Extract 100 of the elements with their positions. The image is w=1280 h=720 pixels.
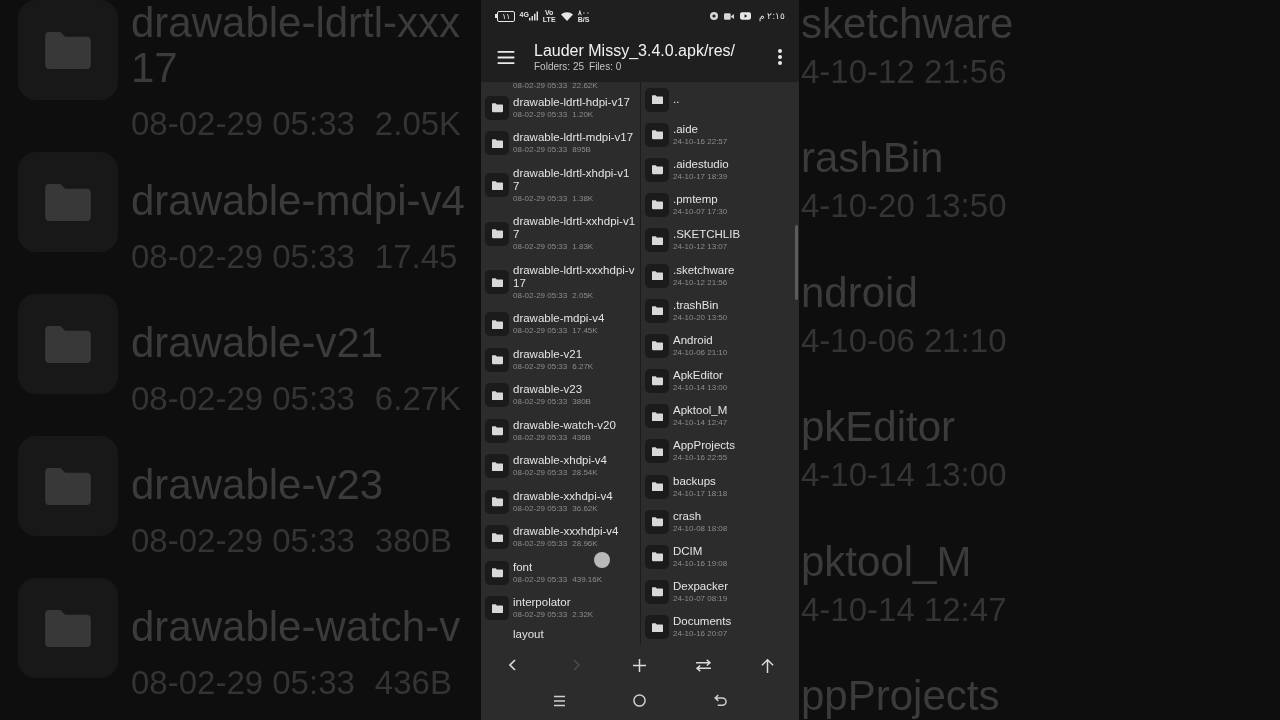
- folder-name[interactable]: drawable-xxhdpi-v4: [513, 489, 636, 503]
- modified-date: 24-10-16 20:07: [673, 628, 728, 640]
- folder-icon: [645, 509, 669, 534]
- folder-name[interactable]: .pmtemp: [673, 193, 718, 207]
- folder-name[interactable]: AppProjects: [673, 439, 735, 453]
- modified-date: 08-02-29 05:33: [513, 241, 568, 253]
- folder-name[interactable]: .SKETCHLIB: [673, 228, 741, 242]
- folder-name[interactable]: drawable-watch-v20: [513, 418, 636, 432]
- modified-date: 08-02-29 05:33: [513, 325, 568, 337]
- folder-icon: [645, 228, 669, 253]
- folder-size: 6.27K: [572, 360, 594, 372]
- folder-icon: [485, 312, 509, 337]
- swap-arrows-icon: [695, 658, 713, 672]
- folder-name[interactable]: interpolator: [513, 596, 636, 610]
- folder-name[interactable]: drawable-v21: [513, 347, 636, 361]
- app-title: Lauder Missy_3.4.0.apk/res/: [534, 41, 735, 60]
- modified-date: 24-10-06 21:10: [673, 346, 728, 358]
- three-lines-icon: [553, 694, 565, 707]
- folder-icon: [485, 525, 509, 550]
- wifi-icon: [560, 11, 573, 21]
- modified-date: 08-02-29 05:33: [513, 82, 568, 90]
- battery-indicator: ١١: [495, 10, 515, 22]
- modified-date: 08-02-29 05:33: [513, 502, 568, 514]
- folder-size: 28.54K: [572, 467, 598, 479]
- folder-icon: [485, 383, 509, 408]
- modified-date: 24-10-16 19:08: [673, 558, 728, 570]
- folder-icon: [645, 404, 669, 429]
- folder-name[interactable]: drawable-mdpi-v4: [513, 312, 636, 326]
- folder-name[interactable]: drawable-ldrtl-xxxhdpi-v17: [513, 263, 636, 290]
- return-arrow-icon: [713, 694, 727, 707]
- folder-name[interactable]: drawable-xxxhdpi-v4: [513, 525, 636, 539]
- modified-date: 24-10-08 18:08: [673, 522, 728, 534]
- folder-name[interactable]: DCIM: [673, 545, 703, 559]
- folder-icon: [485, 489, 509, 514]
- play-button-icon: [739, 12, 751, 20]
- modified-date: 24-10-07 17:30: [673, 206, 728, 218]
- folder-icon: [485, 560, 509, 585]
- modified-date: 24-10-14 13:00: [673, 382, 728, 394]
- folder-size: 1.20K: [572, 108, 594, 120]
- plus-icon: [633, 658, 647, 672]
- folder-icon: [485, 270, 509, 295]
- modified-date: 24-10-16 22:55: [673, 452, 728, 464]
- round-app-icon: [709, 12, 718, 20]
- folder-name[interactable]: Documents: [673, 615, 732, 629]
- vertical-dots-icon: [778, 49, 782, 65]
- scrollbar-thumb[interactable]: [795, 225, 798, 300]
- modified-date: 08-02-29 05:33: [513, 192, 568, 204]
- folder-icon: [645, 87, 669, 112]
- modified-date: 24-10-07 08:19: [673, 593, 728, 605]
- folder-icon: [485, 131, 509, 156]
- folder-name[interactable]: font: [513, 560, 636, 574]
- folder-size: 36.62K: [572, 502, 598, 514]
- folder-size: 17.45K: [572, 325, 598, 337]
- folder-icon: [645, 369, 669, 394]
- folder-name[interactable]: drawable-xhdpi-v4: [513, 454, 636, 468]
- folder-icon: [485, 418, 509, 443]
- modified-date: 08-02-29 05:33: [513, 609, 568, 621]
- folder-icon: [645, 474, 669, 499]
- folder-name[interactable]: drawable-v23: [513, 383, 636, 397]
- folder-size: 2.32K: [572, 609, 594, 621]
- folder-icon: [18, 578, 118, 678]
- file-count: Files: 0: [589, 60, 622, 73]
- modified-date: 08-02-29 05:33: [513, 289, 568, 301]
- folder-icon: [645, 545, 669, 570]
- folder-size: 436B: [572, 431, 591, 443]
- menu-icon: [497, 50, 515, 64]
- folder-size: 2.05K: [572, 289, 594, 301]
- modified-date: 24-10-12 13:07: [673, 241, 728, 253]
- folder-name[interactable]: .sketchware: [673, 263, 735, 277]
- folder-name[interactable]: .trashBin: [673, 298, 719, 312]
- folder-name[interactable]: crash: [673, 509, 702, 523]
- folder-name[interactable]: ..: [673, 93, 680, 107]
- folder-name[interactable]: layout: [513, 628, 640, 641]
- folder-name[interactable]: Dexpacker: [673, 580, 728, 594]
- video-camera-icon: [723, 12, 734, 20]
- folder-name[interactable]: drawable-ldrtl-xhdpi-v17: [513, 166, 636, 193]
- folder-icon: [645, 193, 669, 218]
- folder-name[interactable]: ApkEditor: [673, 369, 723, 383]
- signal-bars-icon: [528, 11, 538, 21]
- folder-name[interactable]: backups: [673, 474, 716, 488]
- folder-name[interactable]: drawable-ldrtl-xxhdpi-v17: [513, 215, 636, 242]
- folder-size: 1.83K: [572, 241, 594, 253]
- folder-icon: [645, 122, 669, 147]
- folder-size: 22.62K: [572, 82, 598, 90]
- modified-date: 08-02-29 05:33: [513, 108, 568, 120]
- folder-size: 28.96K: [572, 538, 598, 550]
- folder-name[interactable]: drawable-ldrtl-mdpi-v17: [513, 131, 636, 145]
- folder-icon: [18, 436, 118, 536]
- folder-name[interactable]: drawable-ldrtl-hdpi-v17: [513, 95, 636, 109]
- modified-date: 24-10-17 18:39: [673, 170, 728, 182]
- folder-size: 1.38K: [572, 192, 594, 204]
- folder-size: 380B: [572, 396, 591, 408]
- folder-icon: [485, 221, 509, 246]
- folder-name[interactable]: Apktool_M: [673, 404, 728, 418]
- folder-icon: [485, 454, 509, 479]
- folder-name[interactable]: Android: [673, 333, 713, 347]
- folder-name[interactable]: .aide: [673, 122, 698, 136]
- folder-icon: [18, 152, 118, 252]
- modified-date: 08-02-29 05:33: [513, 360, 568, 372]
- folder-name[interactable]: .aidestudio: [673, 157, 729, 171]
